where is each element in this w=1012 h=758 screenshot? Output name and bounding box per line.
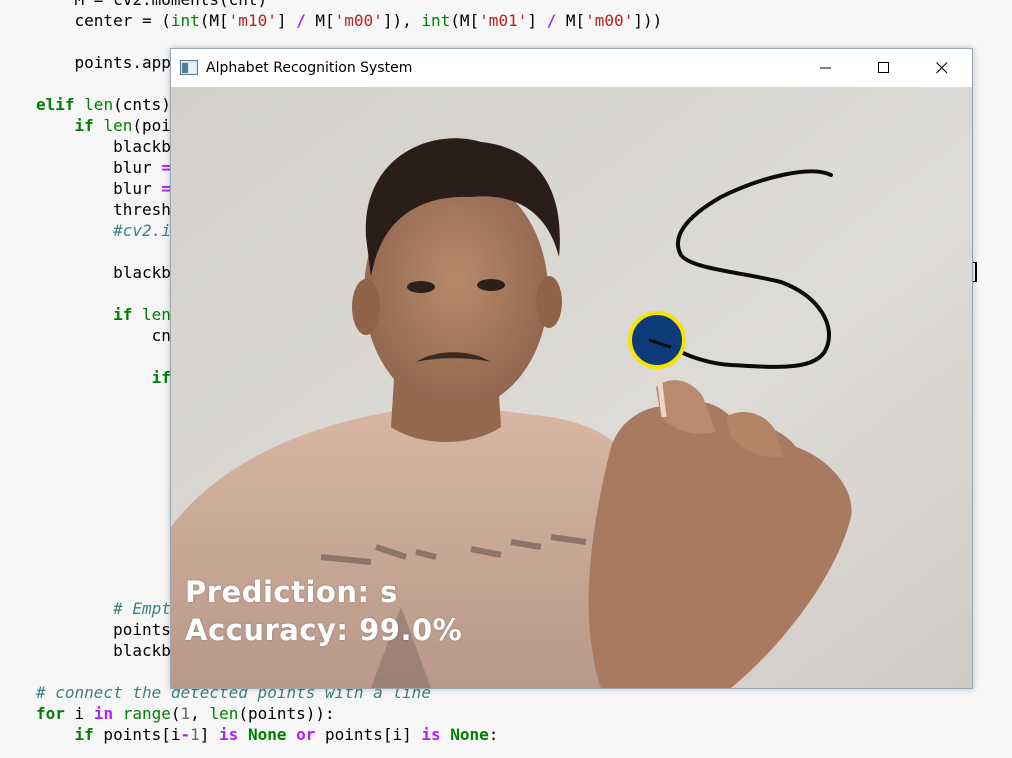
code-token: 'm00' xyxy=(334,11,383,30)
code-token: len xyxy=(103,116,133,135)
code-token: in xyxy=(93,704,114,723)
code-token: 'm10' xyxy=(228,11,277,30)
code-token: cn xyxy=(151,326,171,345)
code-token: if xyxy=(113,305,133,324)
code-token: ] xyxy=(276,11,297,30)
minimize-button[interactable] xyxy=(797,49,855,87)
code-line: if xyxy=(36,367,171,388)
code-token: int xyxy=(421,11,451,30)
code-line: M = cv2.moments(cnt) xyxy=(36,0,268,10)
code-line: elif len(cnts) xyxy=(36,94,171,115)
code-token: is xyxy=(421,725,441,744)
app-window-icon xyxy=(180,60,198,75)
code-token: elif xyxy=(36,95,75,114)
prediction-label: Prediction: s xyxy=(185,575,398,609)
code-token: ] xyxy=(527,11,547,30)
code-token: ]), xyxy=(382,11,422,30)
code-line: blackb xyxy=(36,136,171,157)
code-token: / xyxy=(296,11,306,30)
code-line: cn xyxy=(36,325,171,346)
close-icon xyxy=(936,62,948,74)
accuracy-label: Accuracy: 99.0% xyxy=(185,613,463,647)
title-bar[interactable]: Alphabet Recognition System xyxy=(171,49,972,87)
code-token: if xyxy=(151,368,171,387)
camera-feed: Prediction: s Accuracy: 99.0% xyxy=(171,87,972,688)
code-token: (cnts) xyxy=(113,95,171,114)
code-token: / xyxy=(546,11,557,30)
code-line: blackb xyxy=(36,640,171,661)
code-line: for i in range(1, len(points)): xyxy=(36,703,335,724)
code-token: 'm00' xyxy=(585,11,634,30)
code-token: range xyxy=(122,704,171,723)
code-token: i xyxy=(64,704,94,723)
window-title: Alphabet Recognition System xyxy=(206,60,413,76)
code-token: M = cv2.moments(cnt) xyxy=(75,0,268,9)
code-line: blur = xyxy=(36,157,171,178)
code-token: (points)): xyxy=(238,704,335,723)
maximize-icon xyxy=(878,62,889,73)
code-token: blur xyxy=(113,158,162,177)
code-token: (M[ xyxy=(450,11,480,30)
minimize-icon xyxy=(820,67,831,69)
code-token: or xyxy=(296,725,316,744)
code-token: len xyxy=(84,95,114,114)
code-token: points[i] xyxy=(315,725,422,744)
code-token: center = ( xyxy=(74,11,171,30)
code-token: for xyxy=(36,704,65,723)
code-token: points xyxy=(113,620,171,639)
code-token: blackb xyxy=(113,263,171,282)
code-token: ])) xyxy=(633,11,663,30)
code-line: center = (int(M['m10'] / M['m00']), int(… xyxy=(36,10,663,31)
code-token: 1 xyxy=(190,725,200,744)
maximize-button[interactable] xyxy=(855,49,913,87)
code-line: points.app xyxy=(36,52,171,73)
code-line: points xyxy=(36,619,171,640)
code-token: # Empt xyxy=(113,599,171,618)
code-token: None xyxy=(247,725,287,744)
code-token: (poi xyxy=(132,116,171,135)
code-line: if points[i-1] is None or points[i] is N… xyxy=(36,724,499,745)
code-token: len xyxy=(132,305,171,324)
app-window[interactable]: Alphabet Recognition System Prediction: … xyxy=(170,48,973,689)
code-token: if xyxy=(74,725,94,744)
code-line: blackb xyxy=(36,262,171,283)
code-line: #cv2.i xyxy=(36,220,171,241)
code-line: if len xyxy=(36,304,171,325)
code-token: - xyxy=(180,725,191,744)
code-token: ] xyxy=(199,725,220,744)
code-token: is xyxy=(219,725,239,744)
code-line: if len(poi xyxy=(36,115,171,136)
code-line: blur = xyxy=(36,178,171,199)
code-token: int xyxy=(170,11,200,30)
code-token: M[ xyxy=(556,11,586,30)
tracker-marker xyxy=(628,311,686,369)
code-token: (M[ xyxy=(199,11,229,30)
code-token: thresh xyxy=(113,200,171,219)
code-token: blackb xyxy=(113,137,171,156)
code-token: blackb xyxy=(113,641,171,660)
code-token: if xyxy=(74,116,94,135)
code-token: points[i xyxy=(93,725,181,744)
code-token: 'm01' xyxy=(479,11,528,30)
code-token: 1 xyxy=(180,704,191,723)
prediction-overlay: Prediction: s Accuracy: 99.0% xyxy=(185,573,462,649)
code-token: blur xyxy=(113,179,162,198)
code-token: ( xyxy=(170,704,181,723)
code-token: , xyxy=(190,704,210,723)
code-token: len xyxy=(209,704,239,723)
code-token: M[ xyxy=(305,11,335,30)
code-token: points.app xyxy=(74,53,171,72)
code-token: : xyxy=(488,725,499,744)
code-line: # Empt xyxy=(36,598,171,619)
code-token: #cv2.i xyxy=(113,221,171,240)
code-token: None xyxy=(450,725,489,744)
close-button[interactable] xyxy=(913,49,971,87)
code-line: thresh xyxy=(36,199,171,220)
